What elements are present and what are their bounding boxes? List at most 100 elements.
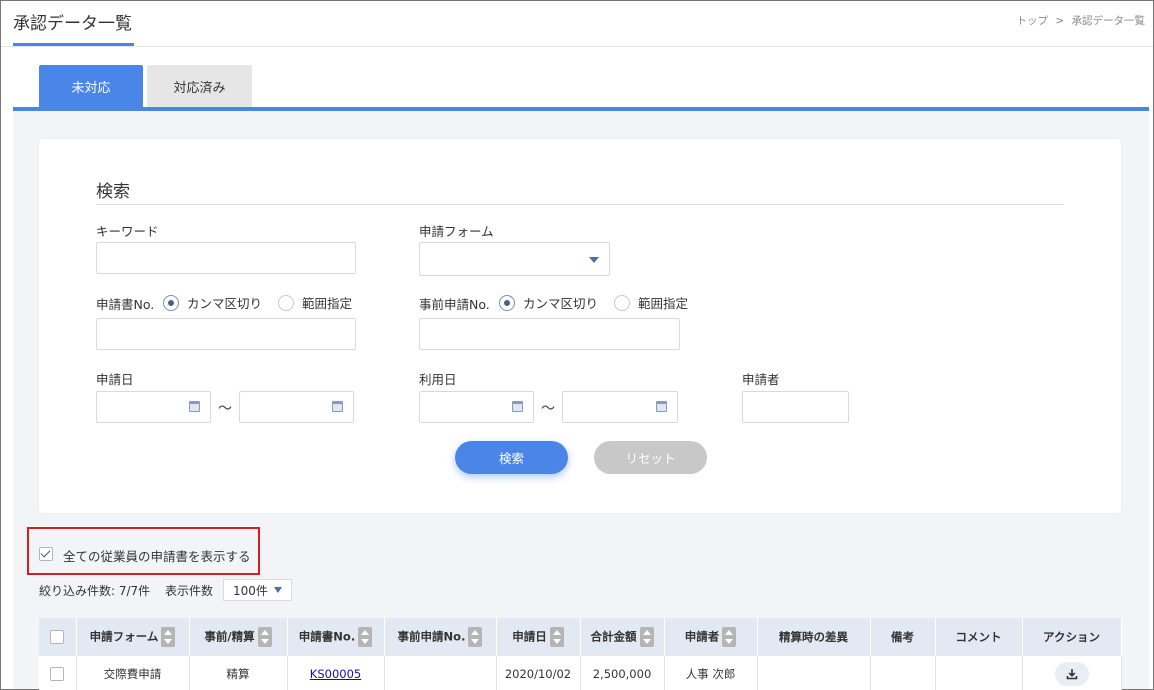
column-header-applicant[interactable]: 申請者 xyxy=(664,618,758,656)
app-no-label: 申請書No. xyxy=(96,297,155,312)
column-header-comment: コメント xyxy=(935,618,1023,656)
sort-icon[interactable] xyxy=(549,627,564,647)
form-label: 申請フォーム xyxy=(419,224,494,239)
row-checkbox[interactable] xyxy=(50,667,65,681)
column-header-pre-app-no[interactable]: 事前申請No. xyxy=(384,618,497,656)
app-no-radio-group: カンマ区切り 範囲指定 xyxy=(163,293,368,312)
pre-app-no-label: 事前申請No. xyxy=(419,297,490,312)
radio-label: カンマ区切り xyxy=(187,296,263,311)
row-select-cell xyxy=(39,656,77,690)
table-row[interactable]: 交際費申請 精算 KS00005 2020/10/02 2,500,000 人事… xyxy=(39,656,1122,690)
breadcrumb-separator: > xyxy=(1055,15,1065,27)
breadcrumb: トップ > 承認データ一覧 xyxy=(1015,13,1148,28)
breadcrumb-current: 承認データ一覧 xyxy=(1071,15,1146,27)
cell-note xyxy=(870,656,936,690)
tab-pending[interactable]: 未対応 xyxy=(39,65,143,108)
reset-button[interactable]: リセット xyxy=(594,441,707,474)
applicant-label: 申請者 xyxy=(742,372,780,387)
use-date-from-input[interactable] xyxy=(419,391,534,423)
column-header-app-no[interactable]: 申請書No. xyxy=(287,618,385,656)
column-header-type[interactable]: 事前/精算 xyxy=(189,618,288,656)
pre-app-no-radio-comma[interactable]: カンマ区切り xyxy=(499,293,598,312)
app-date-to-input[interactable] xyxy=(239,391,354,423)
app-frame: 承認データ一覧 トップ > 承認データ一覧 未対応 対応済み 検索 キーワード … xyxy=(0,0,1154,690)
app-date-label: 申請日 xyxy=(96,372,134,387)
app-no-radio-comma[interactable]: カンマ区切り xyxy=(163,293,262,312)
column-header-form[interactable]: 申請フォーム xyxy=(76,618,190,656)
sort-icon[interactable] xyxy=(161,627,176,647)
cell-amount: 2,500,000 xyxy=(580,656,665,690)
app-no-link[interactable]: KS00005 xyxy=(310,667,361,681)
calendar-icon[interactable] xyxy=(332,401,343,412)
use-date-label: 利用日 xyxy=(419,372,457,387)
cell-pre-app-no xyxy=(384,656,497,690)
page-title: 承認データ一覧 xyxy=(13,14,132,34)
radio-checked-icon xyxy=(163,294,179,311)
sort-icon[interactable] xyxy=(257,627,272,647)
app-date-from-input[interactable] xyxy=(96,391,211,423)
applicant-input[interactable] xyxy=(742,391,849,423)
calendar-icon[interactable] xyxy=(189,401,200,412)
cell-applicant: 人事 次郎 xyxy=(664,656,758,690)
range-separator: ～ xyxy=(218,401,232,417)
download-button[interactable] xyxy=(1054,661,1089,686)
cell-app-no: KS00005 xyxy=(287,656,385,690)
radio-unchecked-icon xyxy=(614,294,631,311)
select-all-cell xyxy=(39,618,77,656)
select-all-checkbox[interactable] xyxy=(50,630,65,645)
show-all-checkbox[interactable] xyxy=(39,547,53,561)
column-header-action: アクション xyxy=(1022,618,1122,656)
radio-checked-icon xyxy=(499,294,515,311)
per-page-value: 100件 xyxy=(233,583,268,598)
column-label: 事前/精算 xyxy=(204,629,255,644)
column-label: 合計金額 xyxy=(590,629,637,644)
cell-action xyxy=(1022,656,1122,690)
column-label: 申請フォーム xyxy=(89,629,159,644)
header-divider xyxy=(1,46,1153,47)
column-label: 申請日 xyxy=(512,629,547,644)
column-label: 申請書No. xyxy=(298,629,356,644)
show-all-label: 全ての従業員の申請書を表示する xyxy=(63,549,251,564)
pre-app-no-radio-range[interactable]: 範囲指定 xyxy=(614,293,688,312)
cell-date: 2020/10/02 xyxy=(496,656,581,690)
chevron-down-icon xyxy=(274,587,282,593)
radio-label: カンマ区切り xyxy=(523,296,599,311)
column-label: 事前申請No. xyxy=(397,629,466,644)
calendar-icon[interactable] xyxy=(512,401,523,412)
approval-table: 申請フォーム 事前/精算 申請書No. 事前申請No. 申請日 合計金額 申請者… xyxy=(39,618,1122,690)
sort-icon[interactable] xyxy=(358,627,373,647)
app-no-radio-range[interactable]: 範囲指定 xyxy=(278,293,352,312)
radio-unchecked-icon xyxy=(278,294,295,311)
calendar-icon[interactable] xyxy=(656,401,667,412)
keyword-input[interactable] xyxy=(96,242,356,274)
cell-diff xyxy=(757,656,871,690)
cell-comment xyxy=(935,656,1023,690)
search-button[interactable]: 検索 xyxy=(455,441,568,474)
app-no-input[interactable] xyxy=(96,318,356,350)
chevron-down-icon xyxy=(589,257,599,263)
column-header-note: 備考 xyxy=(870,618,936,656)
search-heading: 検索 xyxy=(96,182,130,202)
column-header-date[interactable]: 申請日 xyxy=(496,618,581,656)
breadcrumb-top-link[interactable]: トップ xyxy=(1017,15,1049,27)
check-icon xyxy=(40,547,51,558)
keyword-label: キーワード xyxy=(96,224,159,239)
sort-icon[interactable] xyxy=(468,627,483,647)
sort-icon[interactable] xyxy=(722,627,737,647)
range-separator: ～ xyxy=(541,401,555,417)
per-page-select[interactable]: 100件 xyxy=(223,579,292,601)
pre-app-no-radio-group: カンマ区切り 範囲指定 xyxy=(499,293,704,312)
column-header-diff: 精算時の差異 xyxy=(757,618,871,656)
cell-type: 精算 xyxy=(189,656,288,690)
search-divider xyxy=(96,204,1064,205)
radio-label: 範囲指定 xyxy=(302,296,353,311)
form-select[interactable] xyxy=(419,242,610,276)
column-header-amount[interactable]: 合計金額 xyxy=(580,618,665,656)
table-header-row: 申請フォーム 事前/精算 申請書No. 事前申請No. 申請日 合計金額 申請者… xyxy=(39,618,1122,656)
filter-count: 絞り込み件数: 7/7件 xyxy=(39,584,151,598)
use-date-to-input[interactable] xyxy=(562,391,678,423)
tab-completed[interactable]: 対応済み xyxy=(147,65,252,108)
pre-app-no-input[interactable] xyxy=(419,318,680,350)
sort-icon[interactable] xyxy=(639,627,654,647)
search-panel: 検索 キーワード 申請フォーム 申請書No. カンマ区切り 範囲指定 事前申請N… xyxy=(39,139,1121,513)
